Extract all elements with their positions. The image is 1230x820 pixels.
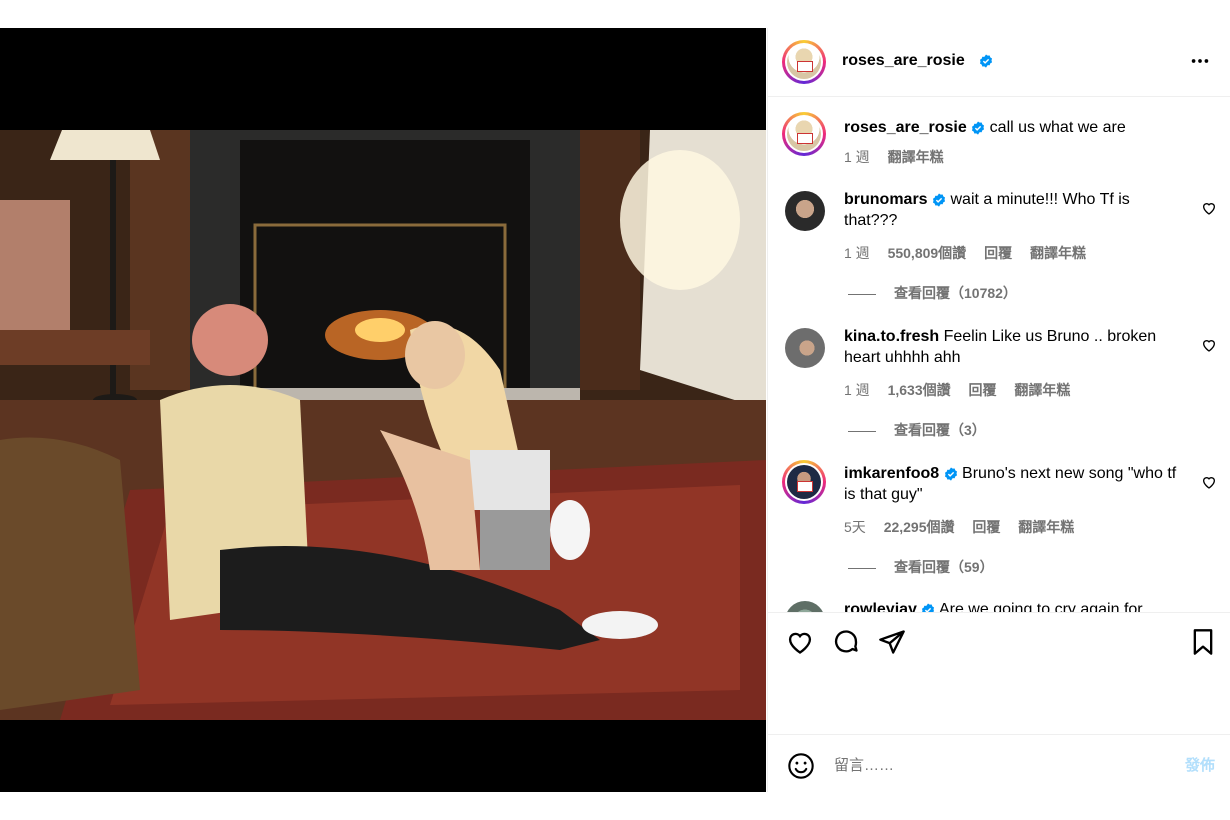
post-media[interactable] <box>0 28 766 792</box>
post-photo <box>0 130 766 720</box>
divider <box>848 567 876 569</box>
commenter-avatar[interactable] <box>785 601 825 612</box>
verified-badge-icon <box>932 193 946 207</box>
comment-item: rowleyjay Are we going to cry again for <box>768 593 1230 612</box>
post-header: roses_are_rosie <box>768 28 1230 97</box>
post-comment-button[interactable]: 發佈 <box>1185 754 1215 775</box>
author-username[interactable]: roses_are_rosie <box>842 52 965 70</box>
view-replies-button[interactable]: 查看回覆（10782） <box>848 283 1017 303</box>
comment-username[interactable]: imkarenfoo8 <box>844 465 939 482</box>
comment-likes[interactable]: 1,633個讚 <box>888 382 951 398</box>
like-heart-icon[interactable] <box>786 628 814 656</box>
verified-badge-icon <box>972 121 985 135</box>
post-actions <box>768 612 1230 733</box>
verified-badge-icon <box>979 54 993 68</box>
comment-translate[interactable]: 翻譯年糕 <box>1018 519 1074 535</box>
comment-reply-button[interactable]: 回覆 <box>969 382 997 398</box>
caption-username[interactable]: roses_are_rosie <box>844 119 967 136</box>
comment-username[interactable]: kina.to.fresh <box>844 328 939 345</box>
share-send-icon[interactable] <box>878 628 906 656</box>
comment-reply-button[interactable]: 回覆 <box>984 245 1012 261</box>
like-comment-heart-icon[interactable] <box>1201 200 1217 216</box>
caption-text: call us what we are <box>989 119 1126 136</box>
post-side-panel: roses_are_rosie roses_are_rosie call us … <box>767 28 1230 792</box>
caption-avatar[interactable] <box>782 112 826 156</box>
comment-input[interactable] <box>832 753 1166 777</box>
commenter-avatar[interactable] <box>785 328 825 368</box>
comment-translate[interactable]: 翻譯年糕 <box>1014 382 1070 398</box>
caption-time: 1 週 <box>844 149 870 165</box>
like-comment-heart-icon[interactable] <box>1201 337 1217 353</box>
comment-time: 1 週 <box>844 382 870 398</box>
view-replies-button[interactable]: 查看回覆（59） <box>848 557 994 577</box>
divider <box>848 430 876 432</box>
author-avatar[interactable] <box>782 40 826 84</box>
comment-item: kina.to.fresh Feelin Like us Bruno .. br… <box>768 320 1230 460</box>
caption-translate[interactable]: 翻譯年糕 <box>888 149 944 165</box>
comment-item: brunomars wait a minute!!! Who Tf is tha… <box>768 183 1230 323</box>
verified-badge-icon <box>922 603 935 612</box>
comment-composer: 發佈 <box>768 734 1230 793</box>
comment-bubble-icon[interactable] <box>832 628 860 656</box>
comments-list[interactable]: roses_are_rosie call us what we are 1 週 … <box>768 97 1230 612</box>
comment-username[interactable]: rowleyjay <box>844 601 917 612</box>
comment-time: 1 週 <box>844 245 870 261</box>
comment-translate[interactable]: 翻譯年糕 <box>1030 245 1086 261</box>
view-replies-button[interactable]: 查看回覆（3） <box>848 420 986 440</box>
comment-reply-button[interactable]: 回覆 <box>972 519 1000 535</box>
like-comment-heart-icon[interactable] <box>1201 474 1217 490</box>
emoji-icon[interactable] <box>787 752 815 780</box>
more-horizontal-icon[interactable] <box>1189 50 1211 72</box>
verified-badge-icon <box>944 467 957 481</box>
comment-likes[interactable]: 550,809個讚 <box>888 245 967 261</box>
post-caption: roses_are_rosie call us what we are 1 週 … <box>768 109 1230 169</box>
comment-item: imkarenfoo8 Bruno's next new song "who t… <box>768 457 1230 597</box>
comment-text: Are we going to cry again for <box>938 601 1143 612</box>
bookmark-save-icon[interactable] <box>1189 628 1217 656</box>
comment-time: 5天 <box>844 519 866 535</box>
commenter-avatar[interactable] <box>785 191 825 231</box>
comment-username[interactable]: brunomars <box>844 191 928 208</box>
comment-likes[interactable]: 22,295個讚 <box>884 519 955 535</box>
commenter-avatar[interactable] <box>782 460 826 504</box>
divider <box>848 293 876 295</box>
